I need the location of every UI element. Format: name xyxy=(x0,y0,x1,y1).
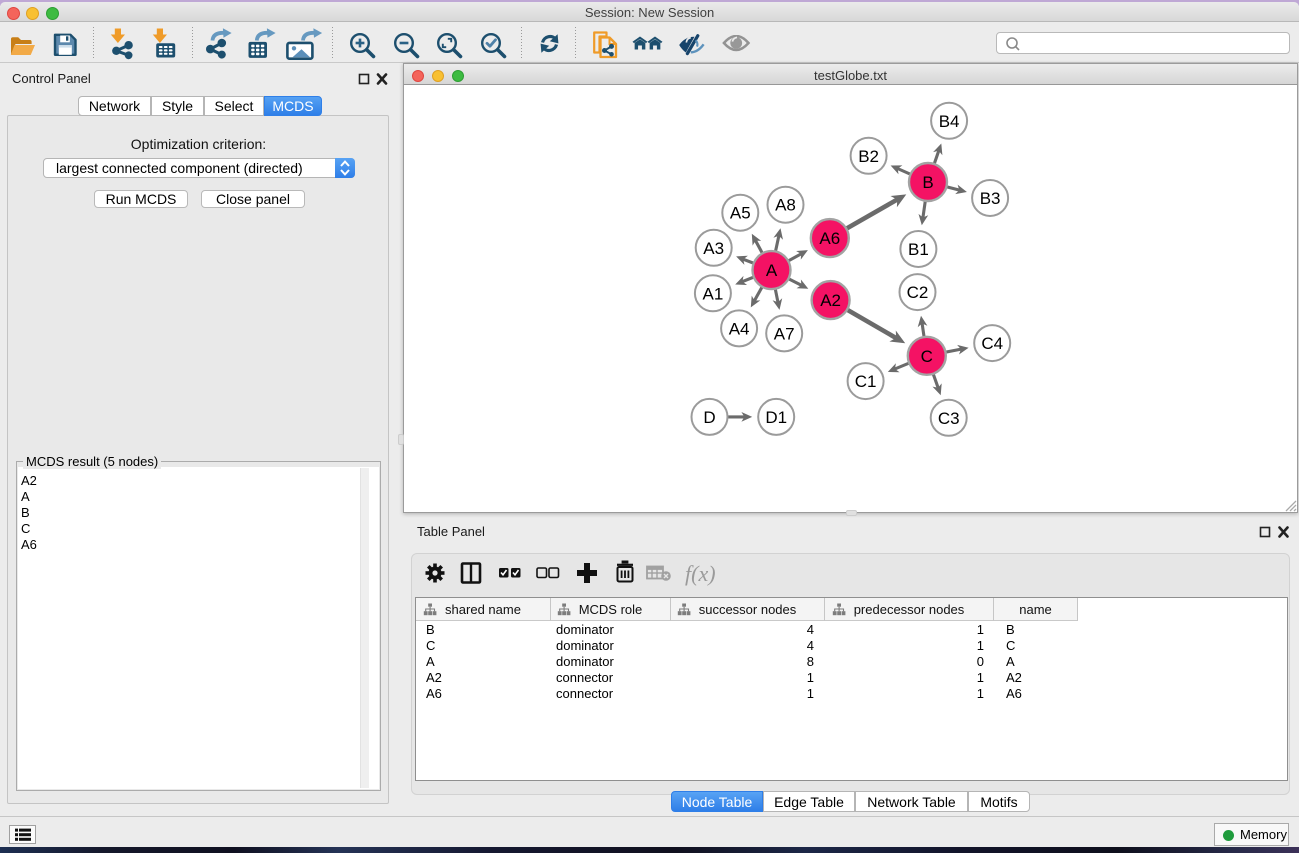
svg-text:C1: C1 xyxy=(855,372,877,391)
svg-text:B3: B3 xyxy=(980,189,1001,208)
svg-text:A8: A8 xyxy=(775,196,796,215)
svg-text:A3: A3 xyxy=(703,239,724,258)
svg-text:A6: A6 xyxy=(819,229,840,248)
svg-text:C4: C4 xyxy=(981,334,1003,353)
svg-text:A4: A4 xyxy=(729,319,750,338)
svg-text:C: C xyxy=(921,347,933,366)
svg-text:B1: B1 xyxy=(908,240,929,259)
svg-text:A2: A2 xyxy=(820,291,841,310)
svg-text:A7: A7 xyxy=(774,324,795,343)
svg-text:B4: B4 xyxy=(939,112,960,131)
svg-text:A: A xyxy=(766,261,778,280)
svg-text:B2: B2 xyxy=(858,147,879,166)
svg-text:B: B xyxy=(922,173,933,192)
svg-text:C3: C3 xyxy=(938,409,960,428)
svg-text:C2: C2 xyxy=(907,283,929,302)
svg-text:A5: A5 xyxy=(730,204,751,223)
svg-text:A1: A1 xyxy=(703,284,724,303)
svg-text:D1: D1 xyxy=(765,408,787,427)
svg-text:D: D xyxy=(703,408,715,427)
